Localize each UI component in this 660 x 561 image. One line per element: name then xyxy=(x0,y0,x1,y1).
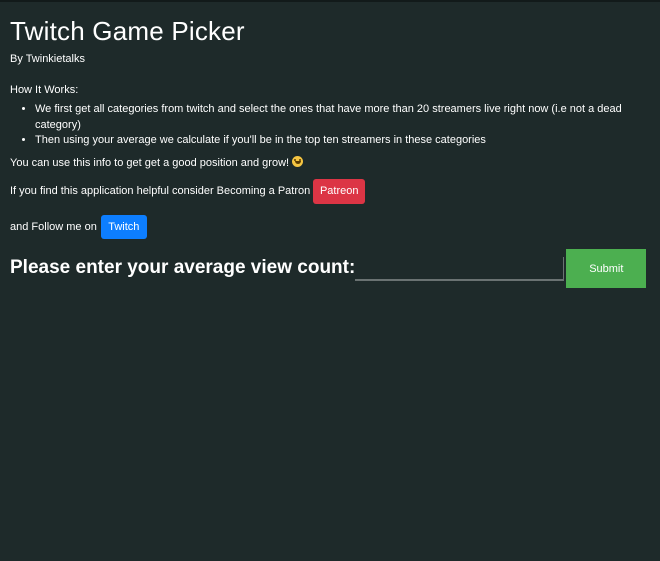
steps-list: We first get all categories from twitch … xyxy=(10,102,650,149)
view-count-input[interactable] xyxy=(355,257,565,281)
tagline-text: You can use this info to get get a good … xyxy=(10,156,290,169)
page: Twitch Game Picker By Twinkietalks How I… xyxy=(0,2,660,288)
grinning-face-icon xyxy=(292,155,304,167)
step-item-1: We first get all categories from twitch … xyxy=(35,102,650,133)
tagline: You can use this info to get get a good … xyxy=(10,155,650,170)
follow-text: and Follow me on xyxy=(10,220,97,233)
twitch-button[interactable]: Twitch xyxy=(100,214,147,239)
patron-row: If you find this application helpful con… xyxy=(10,178,650,204)
patron-text: If you find this application helpful con… xyxy=(10,185,311,197)
view-count-label: Please enter your average view count: xyxy=(10,257,356,278)
submit-button[interactable]: Submit xyxy=(566,248,647,288)
author-byline: By Twinkietalks xyxy=(10,53,85,65)
follow-row: and Follow me on Twitch xyxy=(10,214,650,239)
view-count-form: Please enter your average view count: Su… xyxy=(10,248,650,288)
step-item-2: Then using your average we calculate if … xyxy=(35,133,650,149)
page-title: Twitch Game Picker xyxy=(10,16,245,46)
patreon-button[interactable]: Patreon xyxy=(313,178,366,204)
how-it-works-heading: How It Works: xyxy=(10,84,79,96)
